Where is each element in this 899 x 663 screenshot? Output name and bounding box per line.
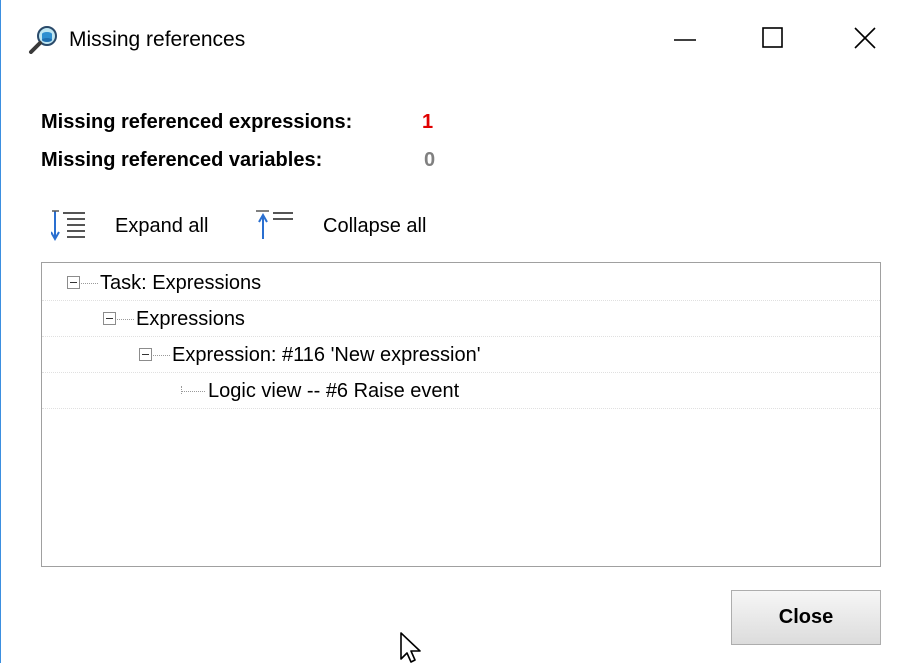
- window-title: Missing references: [69, 28, 246, 51]
- magnifier-database-icon: [29, 26, 57, 54]
- close-button[interactable]: Close: [731, 590, 881, 645]
- tree-connector-line: [153, 355, 170, 356]
- title-bar[interactable]: Missing references: [1, 0, 899, 80]
- tree-node-label[interactable]: Expression: #116 'New expression': [172, 344, 481, 367]
- collapse-toggle-icon[interactable]: [67, 276, 80, 289]
- tree-connector-line: [117, 319, 134, 320]
- expand-all-icon: [51, 210, 85, 242]
- tree-connector-line: [81, 283, 98, 284]
- minimize-button[interactable]: [656, 10, 718, 68]
- maximize-button[interactable]: [741, 10, 803, 68]
- collapse-toggle-icon[interactable]: [103, 312, 116, 325]
- tree-node-expression[interactable]: Expression: #116 'New expression': [42, 337, 880, 373]
- expand-all-label: Expand all: [115, 215, 209, 237]
- collapse-toggle-icon[interactable]: [139, 348, 152, 361]
- missing-expressions-count: 1: [422, 111, 434, 133]
- expand-all-button[interactable]: Expand all: [51, 206, 231, 246]
- mouse-pointer-icon: [400, 632, 421, 663]
- tree-node-logic-view[interactable]: Logic view -- #6 Raise event: [42, 373, 880, 409]
- window-close-button[interactable]: [833, 10, 895, 68]
- missing-variables-label: Missing referenced variables:: [41, 149, 323, 171]
- maximize-icon: [762, 27, 783, 48]
- close-icon: [854, 27, 876, 49]
- missing-references-window: Missing references Missing referenced ex…: [0, 0, 899, 663]
- minimize-icon: [674, 39, 696, 41]
- missing-expressions-label: Missing referenced expressions:: [41, 111, 353, 133]
- missing-variables-count: 0: [424, 149, 436, 171]
- references-tree[interactable]: Task: Expressions Expressions Expression…: [41, 262, 881, 567]
- tree-node-label[interactable]: Task: Expressions: [100, 272, 261, 295]
- tree-node-label[interactable]: Logic view -- #6 Raise event: [208, 380, 459, 403]
- tree-connector-line: [181, 391, 205, 392]
- tree-node-label[interactable]: Expressions: [136, 308, 245, 331]
- tree-node-task[interactable]: Task: Expressions: [42, 265, 880, 301]
- collapse-all-button[interactable]: Collapse all: [255, 206, 455, 246]
- collapse-all-icon: [256, 210, 293, 239]
- collapse-all-label: Collapse all: [323, 215, 427, 237]
- tree-node-expressions[interactable]: Expressions: [42, 301, 880, 337]
